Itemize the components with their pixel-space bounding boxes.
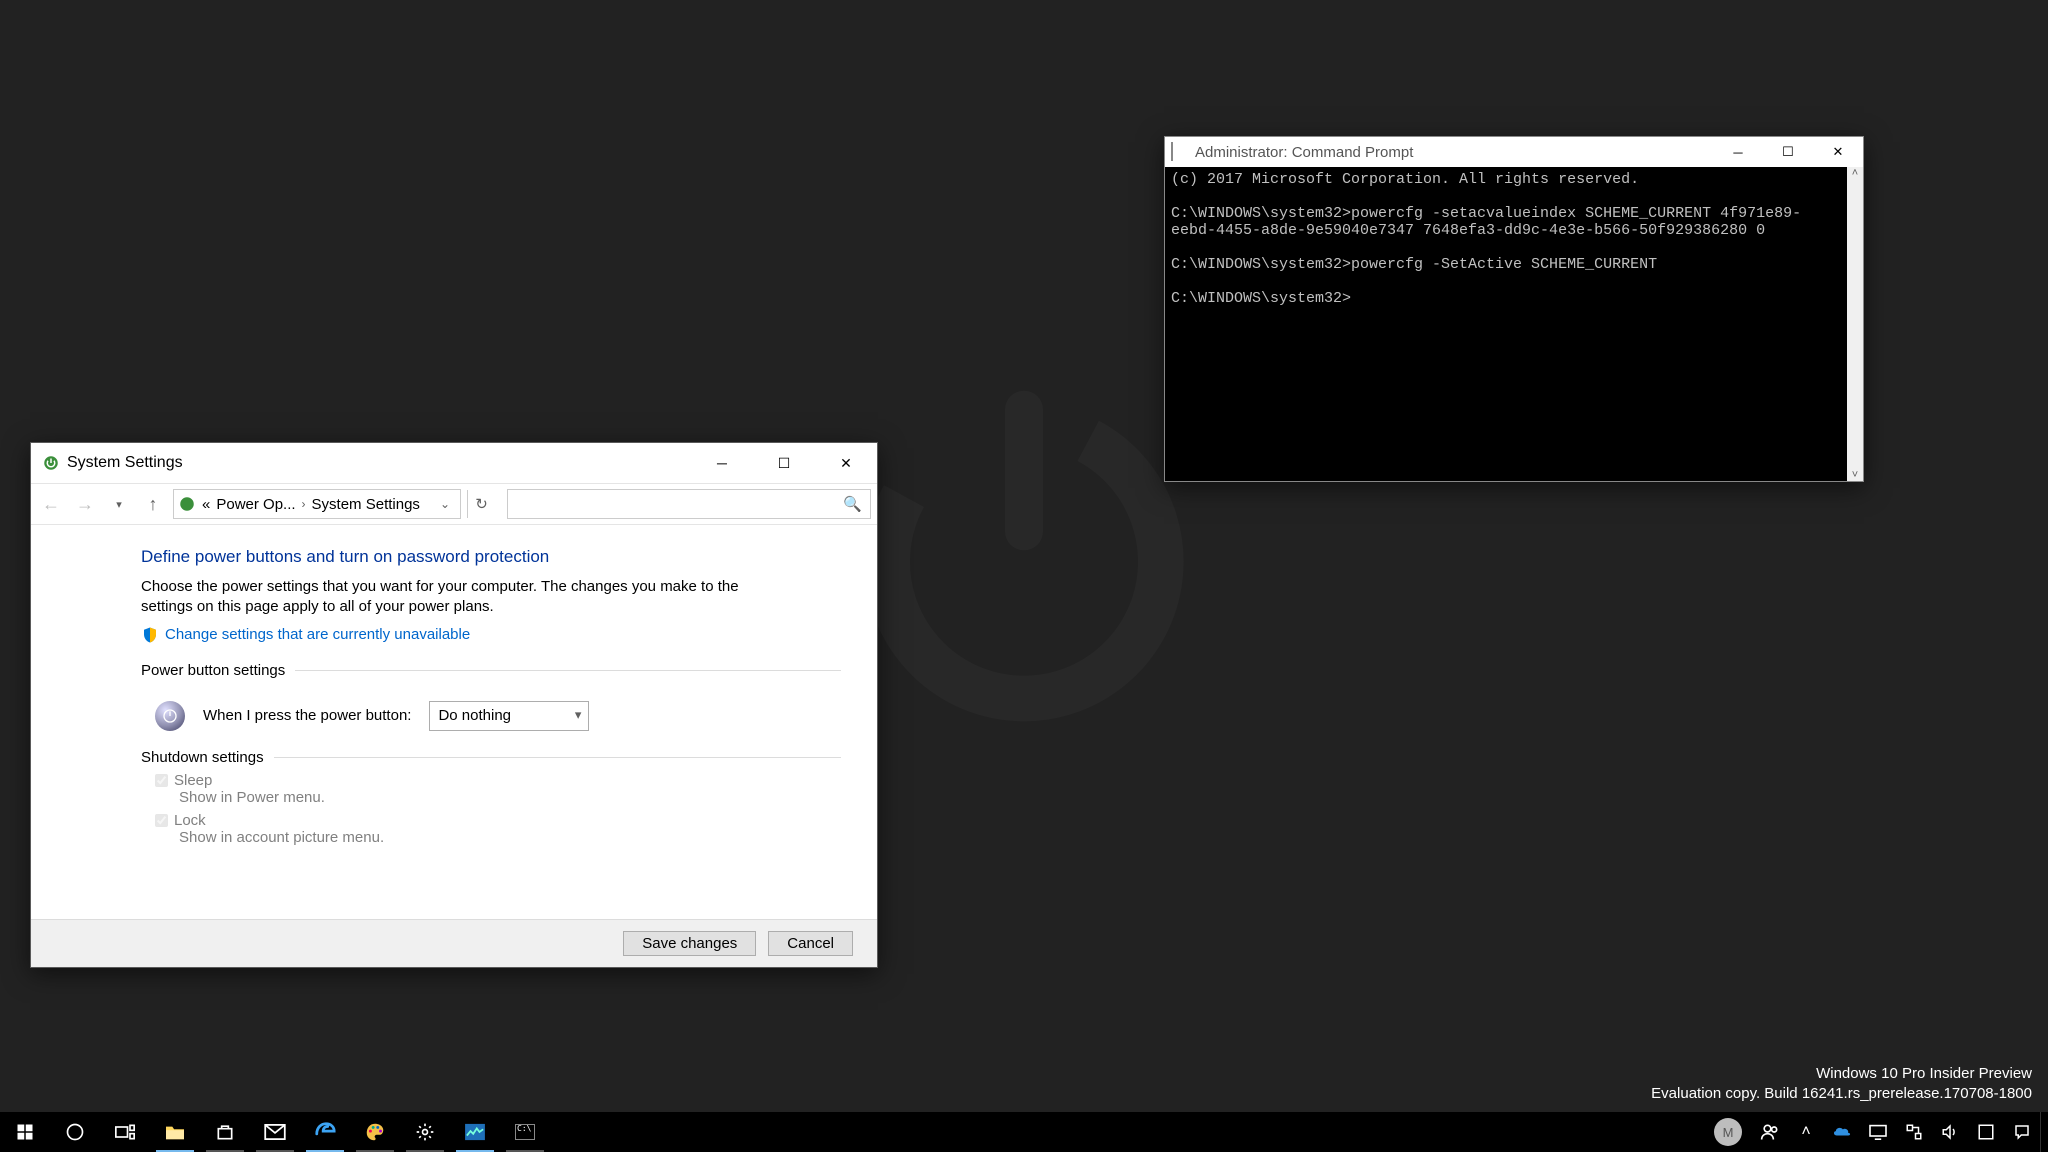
- minimize-button[interactable]: ─: [1713, 137, 1763, 167]
- titlebar[interactable]: Administrator: Command Prompt ─ ☐ ✕: [1165, 137, 1863, 167]
- search-icon: 🔍: [843, 495, 862, 513]
- cancel-button[interactable]: Cancel: [768, 931, 853, 956]
- refresh-button[interactable]: ↻: [467, 490, 495, 518]
- terminal-output[interactable]: (c) 2017 Microsoft Corporation. All righ…: [1165, 167, 1847, 481]
- search-input[interactable]: 🔍: [507, 489, 871, 519]
- scrollbar[interactable]: ˄˅: [1847, 167, 1863, 481]
- windows-watermark: Windows 10 Pro Insider Preview Evaluatio…: [1651, 1064, 2032, 1105]
- task-view-button[interactable]: [100, 1112, 150, 1152]
- edge-button[interactable]: [300, 1112, 350, 1152]
- lock-checkbox: [155, 814, 168, 827]
- breadcrumb-prefix: «: [202, 496, 210, 513]
- sleep-sub: Show in Power menu.: [179, 789, 841, 806]
- minimize-button[interactable]: ─: [691, 443, 753, 483]
- titlebar[interactable]: System Settings ─ ☐ ✕: [31, 443, 877, 483]
- chevron-right-icon: ›: [302, 497, 306, 511]
- cmd-icon: [1171, 143, 1191, 161]
- maximize-button[interactable]: ☐: [753, 443, 815, 483]
- window-title: System Settings: [67, 454, 183, 472]
- mail-button[interactable]: [250, 1112, 300, 1152]
- scroll-up-icon[interactable]: ˄: [1852, 167, 1858, 179]
- task-manager-button[interactable]: [450, 1112, 500, 1152]
- close-button[interactable]: ✕: [1813, 137, 1863, 167]
- content-area: Define power buttons and turn on passwor…: [31, 525, 877, 846]
- cortana-button[interactable]: [50, 1112, 100, 1152]
- action-center-icon[interactable]: [2004, 1112, 2040, 1152]
- power-button-icon: [155, 701, 185, 731]
- lock-sub: Show in account picture menu.: [179, 829, 841, 846]
- device-icon[interactable]: [1860, 1112, 1896, 1152]
- maximize-button[interactable]: ☐: [1763, 137, 1813, 167]
- paint-button[interactable]: [350, 1112, 400, 1152]
- explorer-navbar: ← → ▾ ↑ « Power Op... › System Settings …: [31, 483, 877, 525]
- power-options-icon: [39, 454, 63, 472]
- checkbox-lock: Lock: [155, 812, 841, 829]
- store-button[interactable]: [200, 1112, 250, 1152]
- file-explorer-button[interactable]: [150, 1112, 200, 1152]
- back-button[interactable]: ←: [37, 490, 65, 518]
- chevron-down-icon[interactable]: ⌄: [440, 497, 450, 511]
- power-button-label: When I press the power button:: [203, 707, 411, 724]
- scroll-down-icon[interactable]: ˅: [1852, 469, 1858, 481]
- user-avatar[interactable]: M: [1714, 1118, 1742, 1146]
- uac-shield-icon: [141, 626, 159, 644]
- power-action-select[interactable]: Do nothing: [429, 701, 589, 731]
- cmd-button[interactable]: [500, 1112, 550, 1152]
- people-icon[interactable]: [1752, 1112, 1788, 1152]
- command-prompt-window: Administrator: Command Prompt ─ ☐ ✕ (c) …: [1164, 136, 1864, 482]
- window-title: Administrator: Command Prompt: [1195, 144, 1413, 161]
- settings-button[interactable]: [400, 1112, 450, 1152]
- page-description: Choose the power settings that you want …: [141, 577, 741, 618]
- page-heading: Define power buttons and turn on passwor…: [141, 547, 841, 567]
- section-shutdown: Shutdown settings: [141, 749, 841, 766]
- recent-button[interactable]: ▾: [105, 490, 133, 518]
- ime-icon[interactable]: [1968, 1112, 2004, 1152]
- sleep-checkbox: [155, 774, 168, 787]
- onedrive-icon[interactable]: [1824, 1112, 1860, 1152]
- up-button[interactable]: ↑: [139, 490, 167, 518]
- wallpaper-power-icon: [834, 353, 1214, 738]
- volume-icon[interactable]: [1932, 1112, 1968, 1152]
- dialog-footer: Save changes Cancel: [31, 919, 877, 967]
- checkbox-sleep: Sleep: [155, 772, 841, 789]
- breadcrumb-level2[interactable]: System Settings: [312, 496, 420, 513]
- forward-button[interactable]: →: [71, 490, 99, 518]
- uac-link[interactable]: Change settings that are currently unava…: [165, 626, 470, 643]
- network-icon[interactable]: [1896, 1112, 1932, 1152]
- system-settings-window: System Settings ─ ☐ ✕ ← → ▾ ↑ « Power Op…: [30, 442, 878, 968]
- save-button[interactable]: Save changes: [623, 931, 756, 956]
- start-button[interactable]: [0, 1112, 50, 1152]
- power-options-icon: [178, 495, 196, 513]
- breadcrumb-level1[interactable]: Power Op...: [216, 496, 295, 513]
- show-desktop-button[interactable]: [2040, 1112, 2048, 1152]
- close-button[interactable]: ✕: [815, 443, 877, 483]
- tray-chevron-up-icon[interactable]: ˄: [1788, 1112, 1824, 1152]
- section-power-button: Power button settings: [141, 662, 841, 679]
- taskbar: M ˄: [0, 1112, 2048, 1152]
- breadcrumb[interactable]: « Power Op... › System Settings ⌄: [173, 489, 461, 519]
